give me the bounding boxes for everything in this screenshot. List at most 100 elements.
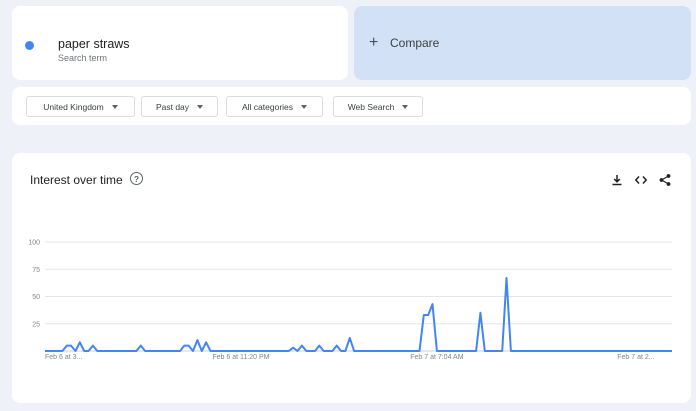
data-point[interactable]	[205, 341, 207, 343]
data-point[interactable]	[235, 350, 237, 352]
data-point[interactable]	[558, 350, 560, 352]
time-filter[interactable]: Past day	[141, 96, 218, 117]
data-point[interactable]	[305, 350, 307, 352]
data-point[interactable]	[74, 350, 76, 352]
data-point[interactable]	[109, 350, 111, 352]
data-point[interactable]	[623, 350, 625, 352]
data-point[interactable]	[170, 350, 172, 352]
data-point[interactable]	[114, 350, 116, 352]
data-point[interactable]	[379, 350, 381, 352]
data-point[interactable]	[218, 350, 220, 352]
data-point[interactable]	[92, 344, 94, 346]
data-point[interactable]	[414, 350, 416, 352]
data-point[interactable]	[662, 350, 664, 352]
data-point[interactable]	[431, 303, 433, 305]
data-point[interactable]	[96, 350, 98, 352]
data-point[interactable]	[518, 350, 520, 352]
data-point[interactable]	[514, 350, 516, 352]
data-point[interactable]	[362, 350, 364, 352]
data-point[interactable]	[183, 344, 185, 346]
data-point[interactable]	[401, 350, 403, 352]
data-point[interactable]	[240, 350, 242, 352]
data-point[interactable]	[349, 337, 351, 339]
property-filter[interactable]: Web Search	[333, 96, 423, 117]
data-point[interactable]	[100, 350, 102, 352]
data-point[interactable]	[161, 350, 163, 352]
data-point[interactable]	[301, 344, 303, 346]
data-point[interactable]	[453, 350, 455, 352]
data-point[interactable]	[127, 350, 129, 352]
data-point[interactable]	[388, 350, 390, 352]
data-point[interactable]	[353, 350, 355, 352]
data-point[interactable]	[292, 347, 294, 349]
data-point[interactable]	[614, 350, 616, 352]
data-point[interactable]	[105, 350, 107, 352]
data-point[interactable]	[288, 350, 290, 352]
data-point[interactable]	[575, 350, 577, 352]
data-point[interactable]	[523, 350, 525, 352]
data-point[interactable]	[266, 350, 268, 352]
data-point[interactable]	[296, 350, 298, 352]
data-point[interactable]	[214, 350, 216, 352]
data-point[interactable]	[344, 350, 346, 352]
data-point[interactable]	[436, 350, 438, 352]
compare-button[interactable]: + Compare	[354, 6, 691, 80]
data-point[interactable]	[392, 350, 394, 352]
data-point[interactable]	[588, 350, 590, 352]
data-point[interactable]	[340, 350, 342, 352]
data-point[interactable]	[135, 350, 137, 352]
data-point[interactable]	[279, 350, 281, 352]
data-point[interactable]	[536, 350, 538, 352]
data-point[interactable]	[427, 314, 429, 316]
data-point[interactable]	[283, 350, 285, 352]
data-point[interactable]	[410, 350, 412, 352]
data-point[interactable]	[553, 350, 555, 352]
data-point[interactable]	[510, 350, 512, 352]
data-point[interactable]	[222, 350, 224, 352]
data-point[interactable]	[479, 312, 481, 314]
data-point[interactable]	[188, 344, 190, 346]
data-point[interactable]	[244, 350, 246, 352]
data-point[interactable]	[471, 350, 473, 352]
data-point[interactable]	[405, 350, 407, 352]
data-point[interactable]	[457, 350, 459, 352]
data-point[interactable]	[571, 350, 573, 352]
data-point[interactable]	[488, 350, 490, 352]
data-point[interactable]	[627, 350, 629, 352]
data-point[interactable]	[527, 350, 529, 352]
data-point[interactable]	[157, 350, 159, 352]
data-point[interactable]	[658, 350, 660, 352]
data-point[interactable]	[327, 350, 329, 352]
data-point[interactable]	[532, 350, 534, 352]
data-point[interactable]	[57, 350, 59, 352]
data-point[interactable]	[231, 350, 233, 352]
data-point[interactable]	[336, 344, 338, 346]
data-point[interactable]	[584, 350, 586, 352]
search-term-card[interactable]: paper straws Search term	[12, 6, 348, 80]
data-point[interactable]	[397, 350, 399, 352]
data-point[interactable]	[144, 350, 146, 352]
data-point[interactable]	[148, 350, 150, 352]
data-point[interactable]	[370, 350, 372, 352]
data-point[interactable]	[601, 350, 603, 352]
data-point[interactable]	[619, 350, 621, 352]
data-point[interactable]	[318, 344, 320, 346]
data-point[interactable]	[153, 350, 155, 352]
data-point[interactable]	[636, 350, 638, 352]
data-point[interactable]	[497, 350, 499, 352]
data-point[interactable]	[540, 350, 542, 352]
data-point[interactable]	[61, 350, 63, 352]
data-point[interactable]	[423, 314, 425, 316]
data-point[interactable]	[440, 350, 442, 352]
data-point[interactable]	[545, 350, 547, 352]
data-point[interactable]	[444, 350, 446, 352]
data-point[interactable]	[645, 350, 647, 352]
data-point[interactable]	[166, 350, 168, 352]
data-point[interactable]	[209, 350, 211, 352]
data-point[interactable]	[87, 350, 89, 352]
data-point[interactable]	[418, 350, 420, 352]
data-point[interactable]	[632, 350, 634, 352]
data-point[interactable]	[331, 350, 333, 352]
data-point[interactable]	[579, 350, 581, 352]
data-point[interactable]	[501, 350, 503, 352]
